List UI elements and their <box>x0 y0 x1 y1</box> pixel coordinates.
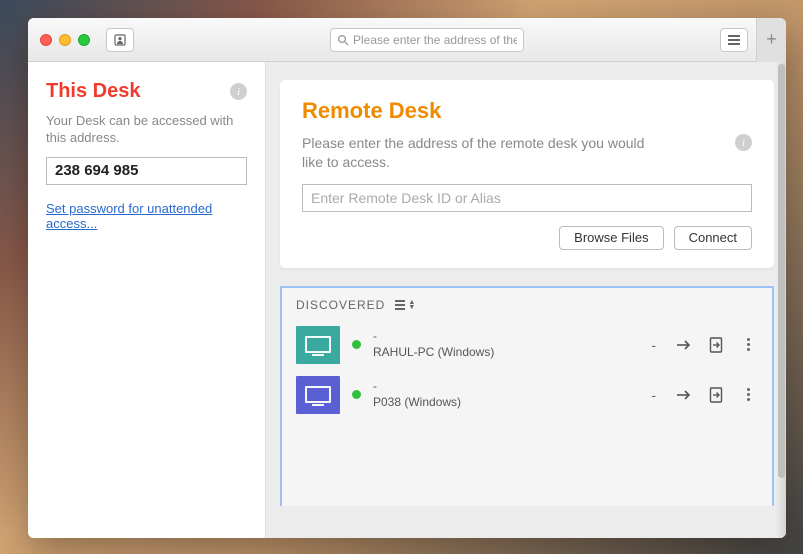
this-desk-title: This Desk <box>46 80 140 103</box>
this-desk-panel: This Desk i Your Desk can be accessed wi… <box>28 62 266 538</box>
kebab-icon <box>747 338 750 351</box>
connect-button[interactable]: Connect <box>674 226 752 250</box>
row-menu-button[interactable] <box>738 388 758 401</box>
discovered-row[interactable]: - P038 (Windows) - <box>282 370 772 420</box>
arrow-right-icon <box>676 388 692 402</box>
content-body: This Desk i Your Desk can be accessed wi… <box>28 62 786 538</box>
this-desk-address-field[interactable] <box>46 157 247 185</box>
host-label: - RAHUL-PC (Windows) <box>373 329 494 360</box>
plus-icon: + <box>766 29 777 50</box>
new-tab-button[interactable]: + <box>756 18 786 62</box>
address-book-button[interactable] <box>106 28 134 52</box>
menu-button[interactable] <box>720 28 748 52</box>
arrow-right-icon <box>676 338 692 352</box>
status-indicator <box>352 340 361 349</box>
remote-desk-subtitle: Please enter the address of the remote d… <box>302 134 662 172</box>
host-thumbnail <box>296 326 340 364</box>
zoom-window-button[interactable] <box>78 34 90 46</box>
hamburger-icon <box>728 35 740 45</box>
remote-desk-input[interactable] <box>302 184 752 212</box>
file-arrow-icon <box>709 387 723 403</box>
address-search[interactable] <box>330 28 524 52</box>
file-arrow-icon <box>709 337 723 353</box>
sort-icon: ▲▼ <box>408 300 416 310</box>
address-search-input[interactable] <box>353 33 517 47</box>
remote-desk-title: Remote Desk <box>302 98 662 124</box>
host-thumbnail <box>296 376 340 414</box>
search-icon <box>337 34 349 46</box>
discovered-list: - RAHUL-PC (Windows) - - P03 <box>282 320 772 420</box>
monitor-icon <box>305 336 331 353</box>
titlebar: + <box>28 18 786 62</box>
host-mark: - <box>651 337 656 353</box>
set-password-link[interactable]: Set password for unattended access... <box>46 201 247 231</box>
host-name: P038 (Windows) <box>373 395 461 411</box>
host-name: RAHUL-PC (Windows) <box>373 345 494 361</box>
host-alias: - <box>373 379 461 395</box>
connect-arrow-button[interactable] <box>674 338 694 352</box>
kebab-icon <box>747 388 750 401</box>
file-transfer-button[interactable] <box>706 337 726 353</box>
discovered-row[interactable]: - RAHUL-PC (Windows) - <box>282 320 772 370</box>
file-transfer-button[interactable] <box>706 387 726 403</box>
browse-files-button[interactable]: Browse Files <box>559 226 663 250</box>
app-window: + This Desk i Your Desk can be accessed … <box>28 18 786 538</box>
scrollbar-thumb[interactable] <box>778 64 785 478</box>
remote-desk-info-button[interactable]: i <box>735 134 752 151</box>
scrollbar[interactable] <box>777 64 785 534</box>
connect-arrow-button[interactable] <box>674 388 694 402</box>
monitor-icon <box>305 386 331 403</box>
host-label: - P038 (Windows) <box>373 379 461 410</box>
address-book-icon <box>114 34 126 46</box>
main-panel: Remote Desk Please enter the address of … <box>266 62 786 538</box>
close-window-button[interactable] <box>40 34 52 46</box>
window-controls <box>40 34 90 46</box>
minimize-window-button[interactable] <box>59 34 71 46</box>
discovered-heading: DISCOVERED <box>296 298 385 312</box>
row-menu-button[interactable] <box>738 338 758 351</box>
discovered-panel: DISCOVERED ▲▼ - RAHUL-PC (Windows) - <box>280 286 774 506</box>
remote-desk-card: Remote Desk Please enter the address of … <box>280 80 774 268</box>
host-alias: - <box>373 329 494 345</box>
info-icon: i <box>742 137 745 149</box>
this-desk-info-button[interactable]: i <box>230 83 247 100</box>
this-desk-subtitle: Your Desk can be accessed with this addr… <box>46 113 247 147</box>
info-icon: i <box>237 86 240 98</box>
status-indicator <box>352 390 361 399</box>
view-sort-toggle[interactable]: ▲▼ <box>395 300 416 310</box>
list-icon <box>395 300 405 310</box>
host-mark: - <box>651 387 656 403</box>
